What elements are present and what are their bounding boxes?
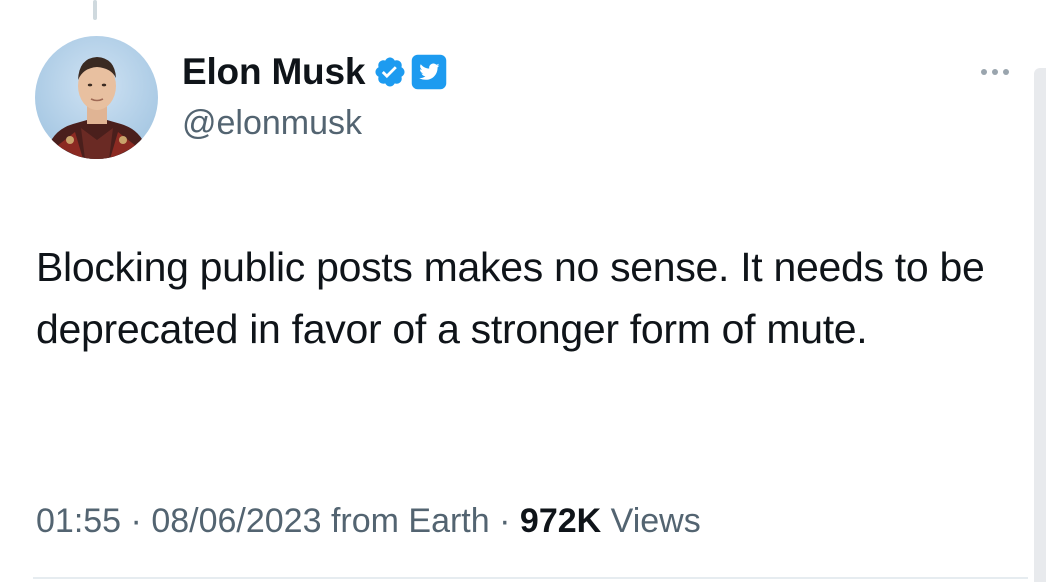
- views-label: Views: [610, 502, 701, 540]
- author-display-name[interactable]: Elon Musk: [182, 48, 365, 96]
- author-name-row: Elon Musk: [182, 48, 447, 96]
- views-count[interactable]: 972K: [520, 502, 601, 540]
- twitter-bird-icon: [411, 54, 447, 90]
- meta-separator: ·: [130, 502, 142, 540]
- meta-separator: ·: [499, 502, 511, 540]
- author-handle[interactable]: @elonmusk: [182, 103, 362, 143]
- more-dot: [1003, 69, 1009, 75]
- scrollbar[interactable]: [1034, 68, 1046, 582]
- divider: [33, 577, 1028, 579]
- tweet-text: Blocking public posts makes no sense. It…: [36, 244, 985, 352]
- window-edge: [1046, 0, 1053, 582]
- avatar[interactable]: [35, 36, 158, 159]
- tweet-date[interactable]: 08/06/2023: [151, 502, 321, 540]
- thread-connector-line: [93, 0, 97, 20]
- tweet-time[interactable]: 01:55: [36, 502, 121, 540]
- more-dot: [992, 69, 998, 75]
- tweet-source: from Earth: [330, 502, 490, 540]
- tweet-metadata: 01:55 · 08/06/2023 from Earth · 972K Vie…: [36, 497, 701, 545]
- verified-checkmark-icon: [375, 57, 405, 87]
- more-dot: [981, 69, 987, 75]
- more-options-icon[interactable]: [970, 59, 1020, 85]
